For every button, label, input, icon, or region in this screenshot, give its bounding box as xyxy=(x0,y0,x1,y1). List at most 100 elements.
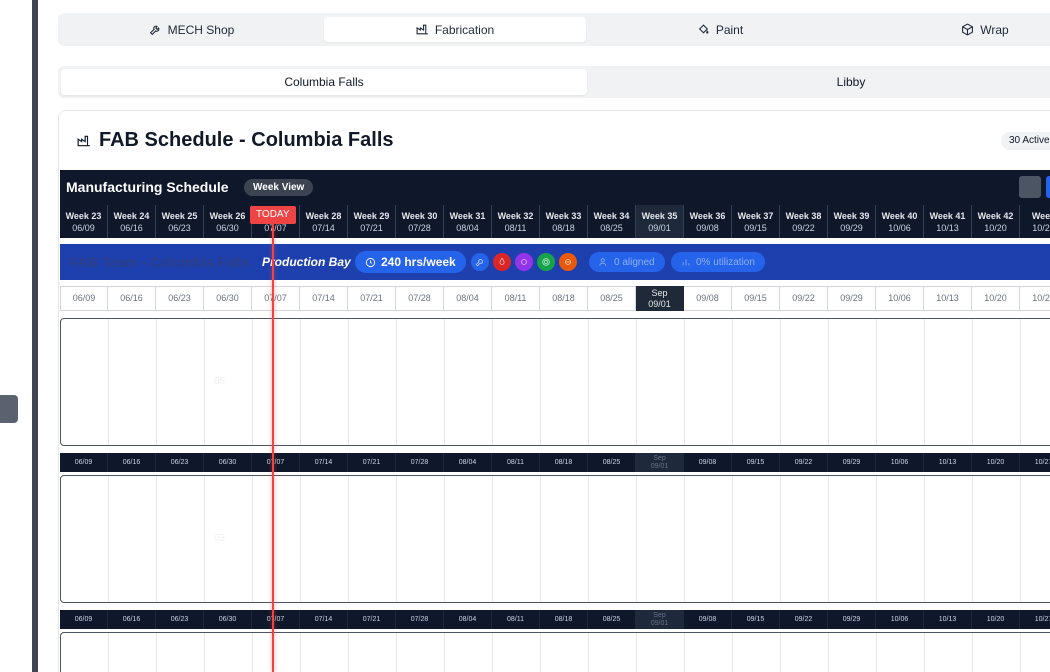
lane-week-cell[interactable] xyxy=(301,476,349,602)
week-column-header[interactable]: Week 33 08/18 xyxy=(540,205,588,238)
lane-week-cell[interactable] xyxy=(205,319,253,445)
lane-week-cell[interactable] xyxy=(493,319,541,445)
lane-week-cell[interactable] xyxy=(157,319,205,445)
lane-week-cell[interactable] xyxy=(445,319,493,445)
lane-week-cell[interactable] xyxy=(157,633,205,672)
lane-week-cell[interactable] xyxy=(685,319,733,445)
lane-week-cell[interactable] xyxy=(61,633,109,672)
schedule-lane[interactable] xyxy=(60,632,1050,672)
tab-fabrication[interactable]: Fabrication xyxy=(324,17,586,42)
lane-week-cell[interactable] xyxy=(637,319,685,445)
lane-week-cell[interactable] xyxy=(829,319,877,445)
lane-week-cell[interactable] xyxy=(397,476,445,602)
lane-week-cell[interactable] xyxy=(589,633,637,672)
lane-week-cell[interactable] xyxy=(301,633,349,672)
lane-week-cell[interactable] xyxy=(925,319,973,445)
lane-week-cell[interactable] xyxy=(541,319,589,445)
week-column-header[interactable]: Week 29 07/21 xyxy=(348,205,396,238)
lane-week-cell[interactable] xyxy=(781,319,829,445)
lane-week-cell[interactable] xyxy=(61,476,109,602)
week-column-header[interactable]: Week 28 07/14 xyxy=(300,205,348,238)
lane-week-cell[interactable] xyxy=(973,319,1021,445)
lane-week-cell[interactable] xyxy=(1021,476,1050,602)
week-column-header[interactable]: Week 38 09/22 xyxy=(780,205,828,238)
lane-week-cell[interactable] xyxy=(973,633,1021,672)
lane-week-cell[interactable] xyxy=(349,319,397,445)
sidebar-toggle-handle[interactable] xyxy=(0,395,18,423)
lane-week-cell[interactable] xyxy=(589,319,637,445)
lane-week-cell[interactable] xyxy=(205,633,253,672)
lane-week-cell[interactable] xyxy=(733,633,781,672)
schedule-lane[interactable] xyxy=(60,475,1050,603)
lane-week-cell[interactable] xyxy=(397,319,445,445)
lane-week-cell[interactable] xyxy=(157,476,205,602)
week-column-header[interactable]: Week 23 06/09 xyxy=(60,205,108,238)
lane-week-cell[interactable] xyxy=(541,476,589,602)
gear-icon[interactable] xyxy=(537,253,555,271)
lane-week-cell[interactable] xyxy=(493,633,541,672)
week-column-header[interactable]: Week 35 09/01 xyxy=(636,205,684,238)
lane-week-cell[interactable] xyxy=(973,476,1021,602)
lane-week-cell[interactable] xyxy=(925,633,973,672)
lane-week-cell[interactable] xyxy=(637,633,685,672)
lane-week-cell[interactable] xyxy=(829,476,877,602)
lane-week-cell[interactable] xyxy=(733,476,781,602)
lane-week-cell[interactable] xyxy=(877,476,925,602)
week-column-header[interactable]: Week 41 10/13 xyxy=(924,205,972,238)
lane-week-cell[interactable] xyxy=(541,633,589,672)
week-column-header[interactable]: Week 40 10/06 xyxy=(876,205,924,238)
lane-week-cell[interactable] xyxy=(109,319,157,445)
week-column-header[interactable]: Week 26 06/30 xyxy=(204,205,252,238)
lane-week-cell[interactable] xyxy=(493,476,541,602)
week-column-header[interactable]: Week 34 08/25 xyxy=(588,205,636,238)
lane-week-cell[interactable] xyxy=(925,476,973,602)
circle-icon[interactable] xyxy=(559,253,577,271)
tab-wrap[interactable]: Wrap xyxy=(854,17,1050,42)
lane-week-cell[interactable] xyxy=(829,633,877,672)
week-column-header[interactable]: Week 32 08/11 xyxy=(492,205,540,238)
lane-week-cell[interactable] xyxy=(1021,633,1050,672)
week-view-badge[interactable]: Week View xyxy=(244,179,314,196)
week-column-header[interactable]: Week 25 06/23 xyxy=(156,205,204,238)
lane-week-cell[interactable] xyxy=(1021,319,1050,445)
lane-week-cell[interactable] xyxy=(781,633,829,672)
lane-week-cell[interactable] xyxy=(397,633,445,672)
week-column-header[interactable]: Week10/27 xyxy=(1020,205,1050,238)
lane-week-cell[interactable] xyxy=(349,633,397,672)
lane-week-cell[interactable] xyxy=(253,633,301,672)
lane-week-cell[interactable] xyxy=(877,319,925,445)
flame-icon[interactable] xyxy=(493,253,511,271)
tab-libby[interactable]: Libby xyxy=(590,69,1050,95)
lane-week-cell[interactable] xyxy=(685,633,733,672)
lane-week-cell[interactable] xyxy=(109,476,157,602)
lane-week-cell[interactable] xyxy=(589,476,637,602)
tab-paint[interactable]: Paint xyxy=(589,17,851,42)
paint-icon[interactable] xyxy=(515,253,533,271)
schedule-lane[interactable] xyxy=(60,318,1050,446)
week-column-header[interactable]: Week 31 08/04 xyxy=(444,205,492,238)
lane-week-cell[interactable] xyxy=(733,319,781,445)
week-column-header[interactable]: Week 42 10/20 xyxy=(972,205,1020,238)
week-column-header[interactable]: Week 24 06/16 xyxy=(108,205,156,238)
week-column-header[interactable]: Week 36 09/08 xyxy=(684,205,732,238)
lane-week-cell[interactable] xyxy=(637,476,685,602)
lane-week-cell[interactable] xyxy=(253,319,301,445)
wrench-icon[interactable] xyxy=(471,253,489,271)
view-toggle-button[interactable] xyxy=(1019,176,1041,198)
lane-week-cell[interactable] xyxy=(61,319,109,445)
view-toggle-button-active[interactable] xyxy=(1046,176,1050,198)
lane-week-cell[interactable] xyxy=(301,319,349,445)
lane-week-cell[interactable] xyxy=(109,633,157,672)
lane-week-cell[interactable] xyxy=(205,476,253,602)
lane-week-cell[interactable] xyxy=(445,633,493,672)
tab-mech-shop[interactable]: MECH Shop xyxy=(62,17,321,42)
week-column-header[interactable]: Week 37 09/15 xyxy=(732,205,780,238)
lane-week-cell[interactable] xyxy=(877,633,925,672)
lane-week-cell[interactable] xyxy=(445,476,493,602)
week-column-header[interactable]: Week 39 09/29 xyxy=(828,205,876,238)
week-column-header[interactable]: Week 30 07/28 xyxy=(396,205,444,238)
lane-week-cell[interactable] xyxy=(349,476,397,602)
lane-week-cell[interactable] xyxy=(253,476,301,602)
lane-week-cell[interactable] xyxy=(781,476,829,602)
tab-columbia-falls[interactable]: Columbia Falls xyxy=(61,69,587,95)
